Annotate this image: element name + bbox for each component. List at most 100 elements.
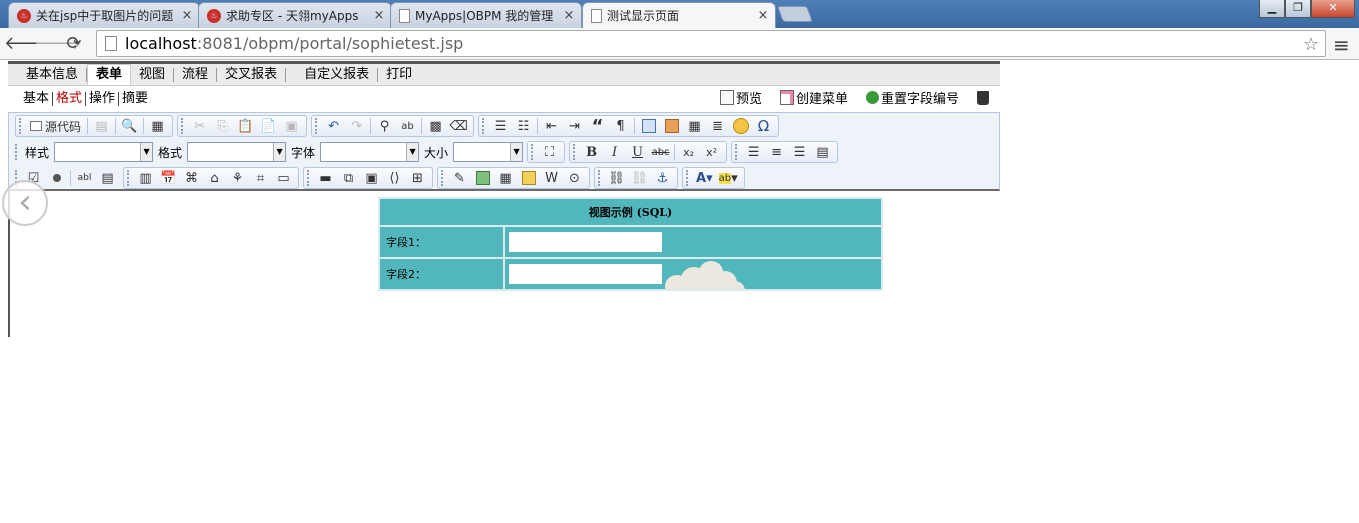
browser-tab-active[interactable]: 测试显示页面 × (582, 2, 776, 28)
align-right-icon[interactable]: ☰ (788, 142, 811, 162)
close-icon[interactable]: × (757, 8, 769, 23)
align-center-icon[interactable]: ≡ (765, 142, 788, 162)
blockquote-icon[interactable]: “ (586, 116, 609, 137)
signature-icon[interactable]: ✎ (448, 168, 471, 188)
close-icon[interactable]: × (563, 8, 575, 23)
remove-format-icon[interactable]: ⌫ (447, 116, 470, 136)
tab-basic-info[interactable]: 基本信息 (18, 67, 88, 82)
tab-crosstab-report[interactable]: 交叉报表 (217, 67, 287, 82)
style-select[interactable]: ▼ (54, 142, 154, 162)
menu-icon[interactable]: ≡ (1333, 33, 1350, 57)
save-icon[interactable]: ▤ (90, 116, 113, 136)
subtab-operations[interactable]: 操作 (86, 91, 120, 106)
back-button[interactable]: 🡐 (4, 32, 52, 56)
view-field-icon[interactable]: ⊞ (406, 168, 429, 188)
word-field-icon[interactable]: W (540, 168, 563, 188)
smiley-icon[interactable] (729, 116, 752, 136)
address-bar[interactable]: localhost:8081/obpm/portal/sophietest.js… (96, 30, 1326, 57)
reorder-fields-button[interactable]: 重置字段编号 (866, 88, 959, 107)
align-left-icon[interactable]: ☰ (742, 142, 765, 162)
tree-field-icon[interactable]: ⌘ (180, 168, 203, 188)
new-tab-button[interactable] (777, 6, 813, 22)
chart-icon[interactable] (517, 168, 540, 188)
browser-tab-1[interactable]: ♨ 关在jsp中于取图片的问题 × (8, 2, 200, 28)
user-field-icon[interactable]: ⚘ (226, 168, 249, 188)
size-select[interactable]: ▼ (453, 142, 524, 162)
paste-text-icon[interactable]: 📄 (257, 116, 280, 136)
replace-icon[interactable]: ab (396, 116, 419, 136)
subscript-button[interactable]: x₂ (677, 142, 700, 162)
subtab-format[interactable]: 格式 (53, 91, 87, 106)
bold-button[interactable]: B (580, 142, 603, 162)
close-icon[interactable]: × (373, 8, 385, 23)
flash-icon[interactable] (660, 116, 683, 136)
back-arrow-icon[interactable]: ‹ (2, 180, 48, 226)
subtab-summary[interactable]: 摘要 (119, 91, 151, 106)
url-text[interactable]: localhost:8081/obpm/portal/sophietest.js… (125, 34, 463, 53)
photo-icon[interactable]: ▦ (494, 168, 517, 188)
format-select[interactable]: ▼ (187, 142, 287, 162)
textarea-icon[interactable]: ▤ (96, 168, 119, 188)
field2-input[interactable] (509, 264, 662, 284)
undo-icon[interactable]: ↶ (322, 116, 345, 136)
tab-form[interactable]: 表单 (87, 64, 132, 85)
unlink-icon[interactable]: ⛓ (628, 168, 651, 188)
source-button[interactable]: 源代码 (26, 116, 85, 136)
link-icon[interactable]: ⛓ (605, 168, 628, 188)
button-field-icon[interactable]: ▭ (272, 168, 295, 188)
bulleted-list-icon[interactable]: ☷ (512, 116, 535, 136)
browser-tab-3[interactable]: MyApps|OBPM 我的管理 × (390, 2, 582, 28)
preview-button[interactable]: 预览 (720, 88, 762, 107)
map-field-icon[interactable]: ⊙ (563, 168, 586, 188)
horizontal-rule-icon[interactable]: ≣ (706, 116, 729, 136)
subtab-basic[interactable]: 基本 (20, 91, 54, 106)
redo-icon[interactable]: ↷ (345, 116, 368, 136)
image-upload-icon[interactable] (471, 168, 494, 188)
text-color-button[interactable]: A ▾ (693, 168, 716, 188)
tab-view[interactable]: 视图 (131, 67, 175, 82)
paste-icon[interactable]: 📋 (234, 116, 257, 136)
tab-print[interactable]: 打印 (378, 67, 420, 82)
reload-button[interactable]: ⟳ (62, 32, 86, 56)
italic-button[interactable]: I (603, 142, 626, 162)
cut-icon[interactable]: ✂ (188, 116, 211, 136)
date-field-icon[interactable]: 📅 (157, 168, 180, 188)
bg-color-button[interactable]: ab ▾ (716, 168, 741, 188)
department-field-icon[interactable]: ⌂ (203, 168, 226, 188)
preview-icon[interactable]: 🔍 (118, 116, 141, 136)
find-icon[interactable]: ⚲ (373, 116, 396, 136)
maximize-button[interactable]: ❐ (1285, 0, 1311, 18)
special-char-icon[interactable]: Ω (752, 116, 775, 136)
create-menu-button[interactable]: 创建菜单 (780, 88, 848, 107)
select-field-icon[interactable]: ▥ (134, 168, 157, 188)
select-all-icon[interactable]: ▩ (424, 116, 447, 136)
indent-icon[interactable]: ⇥ (563, 116, 586, 136)
maximize-icon[interactable]: ⛶ (538, 142, 561, 162)
outdent-icon[interactable]: ⇤ (540, 116, 563, 136)
image-icon[interactable] (637, 116, 660, 136)
browser-tab-2[interactable]: ♨ 求助专区 - 天翎myApps × (198, 2, 392, 28)
radio-field-icon[interactable] (45, 168, 68, 188)
tab-custom-report[interactable]: 自定义报表 (296, 67, 379, 82)
font-select[interactable]: ▼ (320, 142, 420, 162)
suggest-field-icon[interactable]: ⌗ (249, 168, 272, 188)
paste-word-icon[interactable]: ▣ (280, 116, 303, 136)
div-container-icon[interactable]: ¶ (609, 116, 632, 136)
numbered-list-icon[interactable]: ☰ (489, 116, 512, 136)
table-icon[interactable]: ▦ (683, 116, 706, 136)
templates-icon[interactable]: ▦ (146, 116, 169, 136)
line-icon[interactable]: ▬ (314, 168, 337, 188)
html-field-icon[interactable]: ⟨⟩ (383, 168, 406, 188)
attachment-field-icon[interactable]: ▣ (360, 168, 383, 188)
close-icon[interactable]: × (181, 8, 193, 23)
bookmark-star-icon[interactable]: ☆ (1303, 34, 1319, 55)
forward-button[interactable]: 🡒 (34, 32, 82, 56)
anchor-icon[interactable]: ⚓ (651, 168, 674, 188)
delete-button[interactable] (977, 88, 997, 107)
copy-icon[interactable]: ⎘ (211, 116, 234, 136)
field1-input[interactable] (509, 232, 662, 252)
align-justify-icon[interactable]: ▤ (811, 142, 834, 162)
tab-field-icon[interactable]: ⧉ (337, 168, 360, 188)
textfield-icon[interactable]: abl (73, 168, 96, 188)
minimize-button[interactable]: ▁ (1259, 0, 1285, 18)
